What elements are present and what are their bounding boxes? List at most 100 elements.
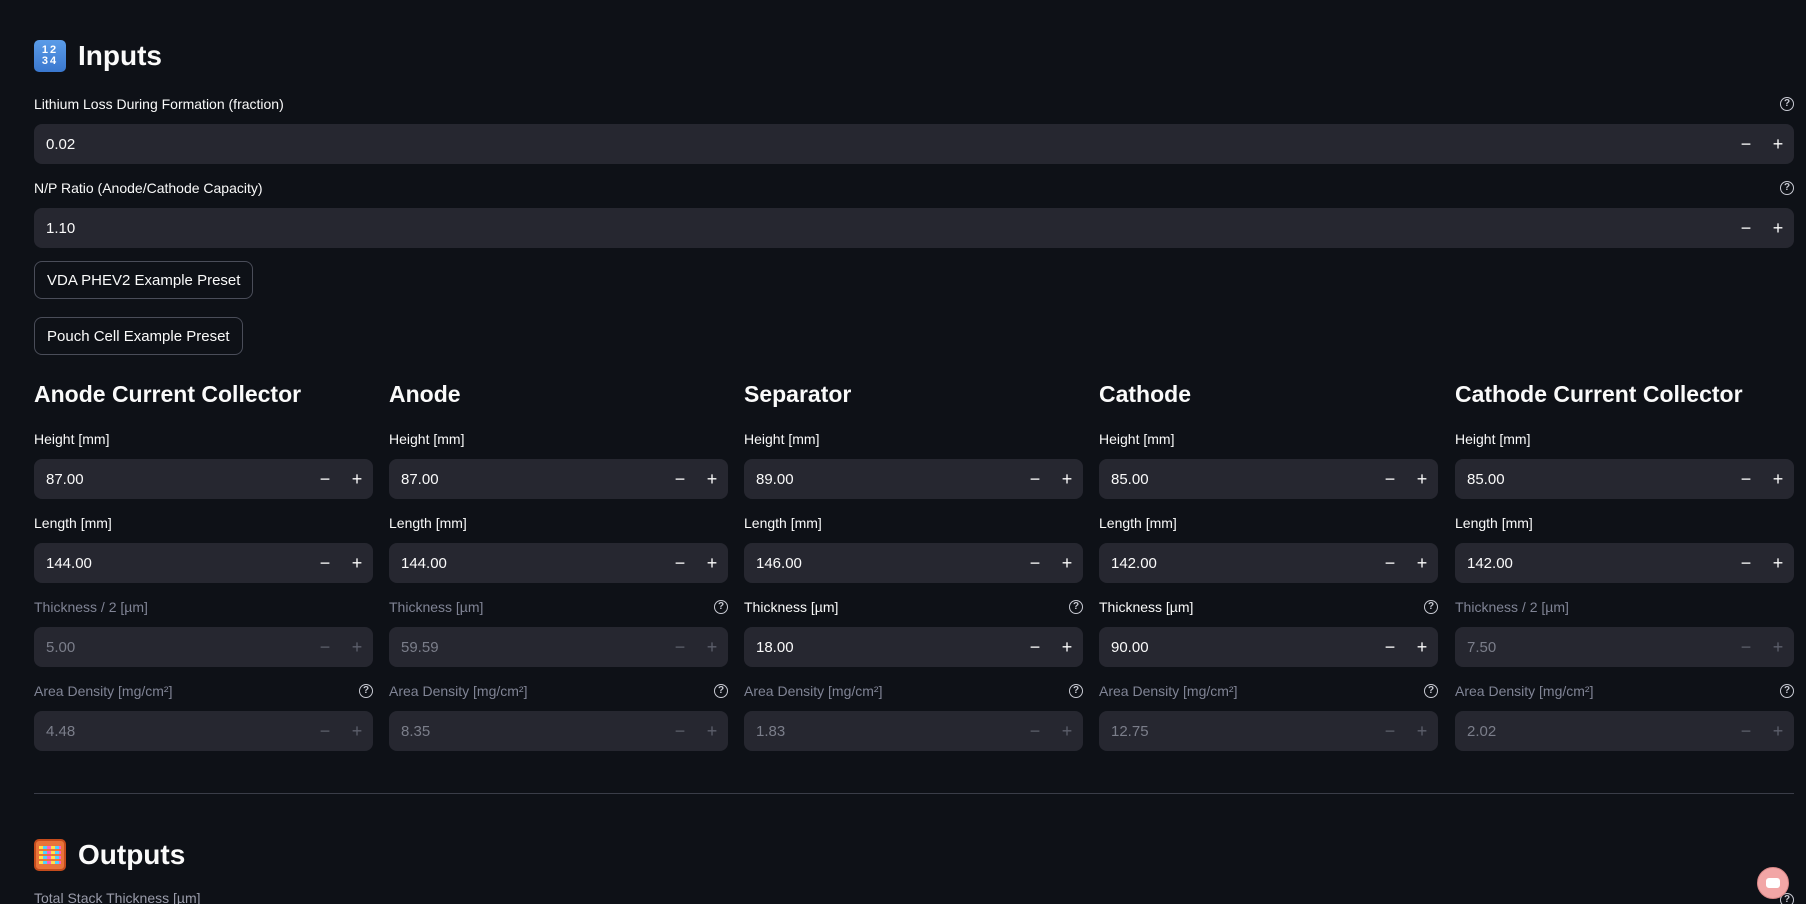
vda-preset-button[interactable]: VDA PHEV2 Example Preset (34, 261, 254, 299)
decrement-button[interactable]: − (1019, 543, 1051, 583)
thickness-value[interactable]: 90.00 (1099, 639, 1374, 656)
height-input[interactable]: 87.00− + (34, 459, 373, 499)
np-ratio-label: N/P Ratio (Anode/Cathode Capacity) (34, 180, 263, 196)
thickness-input: 7.50 − + (1455, 627, 1794, 667)
increment-button[interactable]: + (696, 543, 728, 583)
increment-button[interactable]: + (1406, 627, 1438, 667)
length-input[interactable]: 144.00− + (389, 543, 728, 583)
area-density-value: 2.02 (1467, 722, 1497, 740)
increment-button[interactable]: + (1051, 459, 1083, 499)
divider (34, 793, 1794, 794)
height-value[interactable]: 85.00 (1099, 471, 1374, 488)
area-density-field: Area Density [mg/cm²]? 4.48 − + (34, 681, 373, 751)
decrement-button[interactable]: − (1730, 124, 1762, 164)
thickness-field: Thickness / 2 [µm] 5.00 − + (34, 597, 373, 667)
thickness-input[interactable]: 90.00− + (1099, 627, 1438, 667)
thickness-input[interactable]: 18.00− + (744, 627, 1083, 667)
column-title: Anode Current Collector (34, 381, 302, 407)
thickness-label: Thickness [µm] (389, 599, 484, 615)
help-circle-icon[interactable]: ? (1424, 684, 1438, 698)
decrement-button: − (1029, 720, 1041, 741)
length-value[interactable]: 142.00 (1099, 555, 1374, 572)
height-value[interactable]: 87.00 (34, 471, 309, 488)
thickness-value: 5.00 (46, 638, 76, 656)
decrement-button[interactable]: − (1374, 627, 1406, 667)
length-value[interactable]: 144.00 (34, 555, 309, 572)
length-value[interactable]: 142.00 (1455, 555, 1730, 572)
help-circle-icon[interactable]: ? (1780, 97, 1794, 111)
increment-button: + (706, 720, 718, 741)
help-circle-icon[interactable]: ? (1780, 181, 1794, 195)
increment-button[interactable]: + (1051, 627, 1083, 667)
increment-button[interactable]: + (1406, 543, 1438, 583)
decrement-button[interactable]: − (309, 543, 341, 583)
decrement-button[interactable]: − (1730, 459, 1762, 499)
decrement-button[interactable]: − (1374, 459, 1406, 499)
length-field: Length [mm] 142.00− + (1099, 513, 1438, 583)
length-value[interactable]: 144.00 (389, 555, 664, 572)
help-circle-icon[interactable]: ? (359, 684, 373, 698)
help-circle-icon[interactable]: ? (714, 600, 728, 614)
decrement-button[interactable]: − (1374, 543, 1406, 583)
length-label: Length [mm] (389, 515, 467, 531)
increment-button[interactable]: + (1762, 459, 1794, 499)
area-density-field: Area Density [mg/cm²]? 1.83 − + (744, 681, 1083, 751)
decrement-button: − (319, 720, 331, 741)
area-density-label: Area Density [mg/cm²] (1455, 683, 1594, 699)
height-input[interactable]: 85.00− + (1455, 459, 1794, 499)
height-value[interactable]: 85.00 (1455, 471, 1730, 488)
increment-button[interactable]: + (1051, 543, 1083, 583)
height-label: Height [mm] (34, 431, 110, 447)
area-density-value: 1.83 (756, 722, 786, 740)
height-value[interactable]: 87.00 (389, 471, 664, 488)
increment-button[interactable]: + (1762, 543, 1794, 583)
app-status-avatar-icon[interactable] (1757, 867, 1789, 899)
help-circle-icon[interactable]: ? (1424, 600, 1438, 614)
thickness-value[interactable]: 18.00 (744, 639, 1019, 656)
thickness-label: Thickness / 2 [µm] (1455, 599, 1569, 615)
increment-button[interactable]: + (696, 459, 728, 499)
lithium-loss-value[interactable]: 0.02 (34, 136, 1730, 153)
length-value[interactable]: 146.00 (744, 555, 1019, 572)
help-circle-icon[interactable]: ? (714, 684, 728, 698)
length-input[interactable]: 144.00− + (34, 543, 373, 583)
np-ratio-value[interactable]: 1.10 (34, 220, 1730, 237)
height-field: Height [mm] 87.00− + (389, 429, 728, 499)
decrement-button[interactable]: − (1019, 627, 1051, 667)
decrement-button[interactable]: − (1730, 543, 1762, 583)
help-circle-icon[interactable]: ? (1069, 600, 1083, 614)
increment-button[interactable]: + (1406, 459, 1438, 499)
increment-button[interactable]: + (1762, 208, 1794, 248)
height-input[interactable]: 89.00− + (744, 459, 1083, 499)
height-field: Height [mm] 85.00− + (1455, 429, 1794, 499)
np-ratio-input[interactable]: 1.10 − + (34, 208, 1794, 248)
height-label: Height [mm] (1099, 431, 1175, 447)
thickness-input: 59.59 − + (389, 627, 728, 667)
length-input[interactable]: 142.00− + (1455, 543, 1794, 583)
decrement-button[interactable]: − (664, 543, 696, 583)
increment-button[interactable]: + (1762, 124, 1794, 164)
length-input[interactable]: 146.00− + (744, 543, 1083, 583)
increment-button[interactable]: + (341, 459, 373, 499)
pouch-preset-button[interactable]: Pouch Cell Example Preset (34, 317, 243, 355)
area-density-field: Area Density [mg/cm²]? 2.02 − + (1455, 681, 1794, 751)
decrement-button[interactable]: − (1019, 459, 1051, 499)
decrement-button[interactable]: − (1730, 208, 1762, 248)
area-density-value: 8.35 (401, 722, 431, 740)
area-density-field: Area Density [mg/cm²]? 8.35 − + (389, 681, 728, 751)
decrement-button[interactable]: − (664, 459, 696, 499)
height-input[interactable]: 87.00− + (389, 459, 728, 499)
height-value[interactable]: 89.00 (744, 471, 1019, 488)
increment-button[interactable]: + (341, 543, 373, 583)
height-field: Height [mm] 85.00− + (1099, 429, 1438, 499)
lithium-loss-input[interactable]: 0.02 − + (34, 124, 1794, 164)
height-input[interactable]: 85.00− + (1099, 459, 1438, 499)
length-label: Length [mm] (1455, 515, 1533, 531)
length-input[interactable]: 142.00− + (1099, 543, 1438, 583)
help-circle-icon[interactable]: ? (1069, 684, 1083, 698)
column-title: Cathode Current Collector (1455, 381, 1743, 407)
decrement-button[interactable]: − (309, 459, 341, 499)
decrement-button: − (674, 636, 686, 657)
help-circle-icon[interactable]: ? (1780, 684, 1794, 698)
increment-button: + (1061, 720, 1073, 741)
